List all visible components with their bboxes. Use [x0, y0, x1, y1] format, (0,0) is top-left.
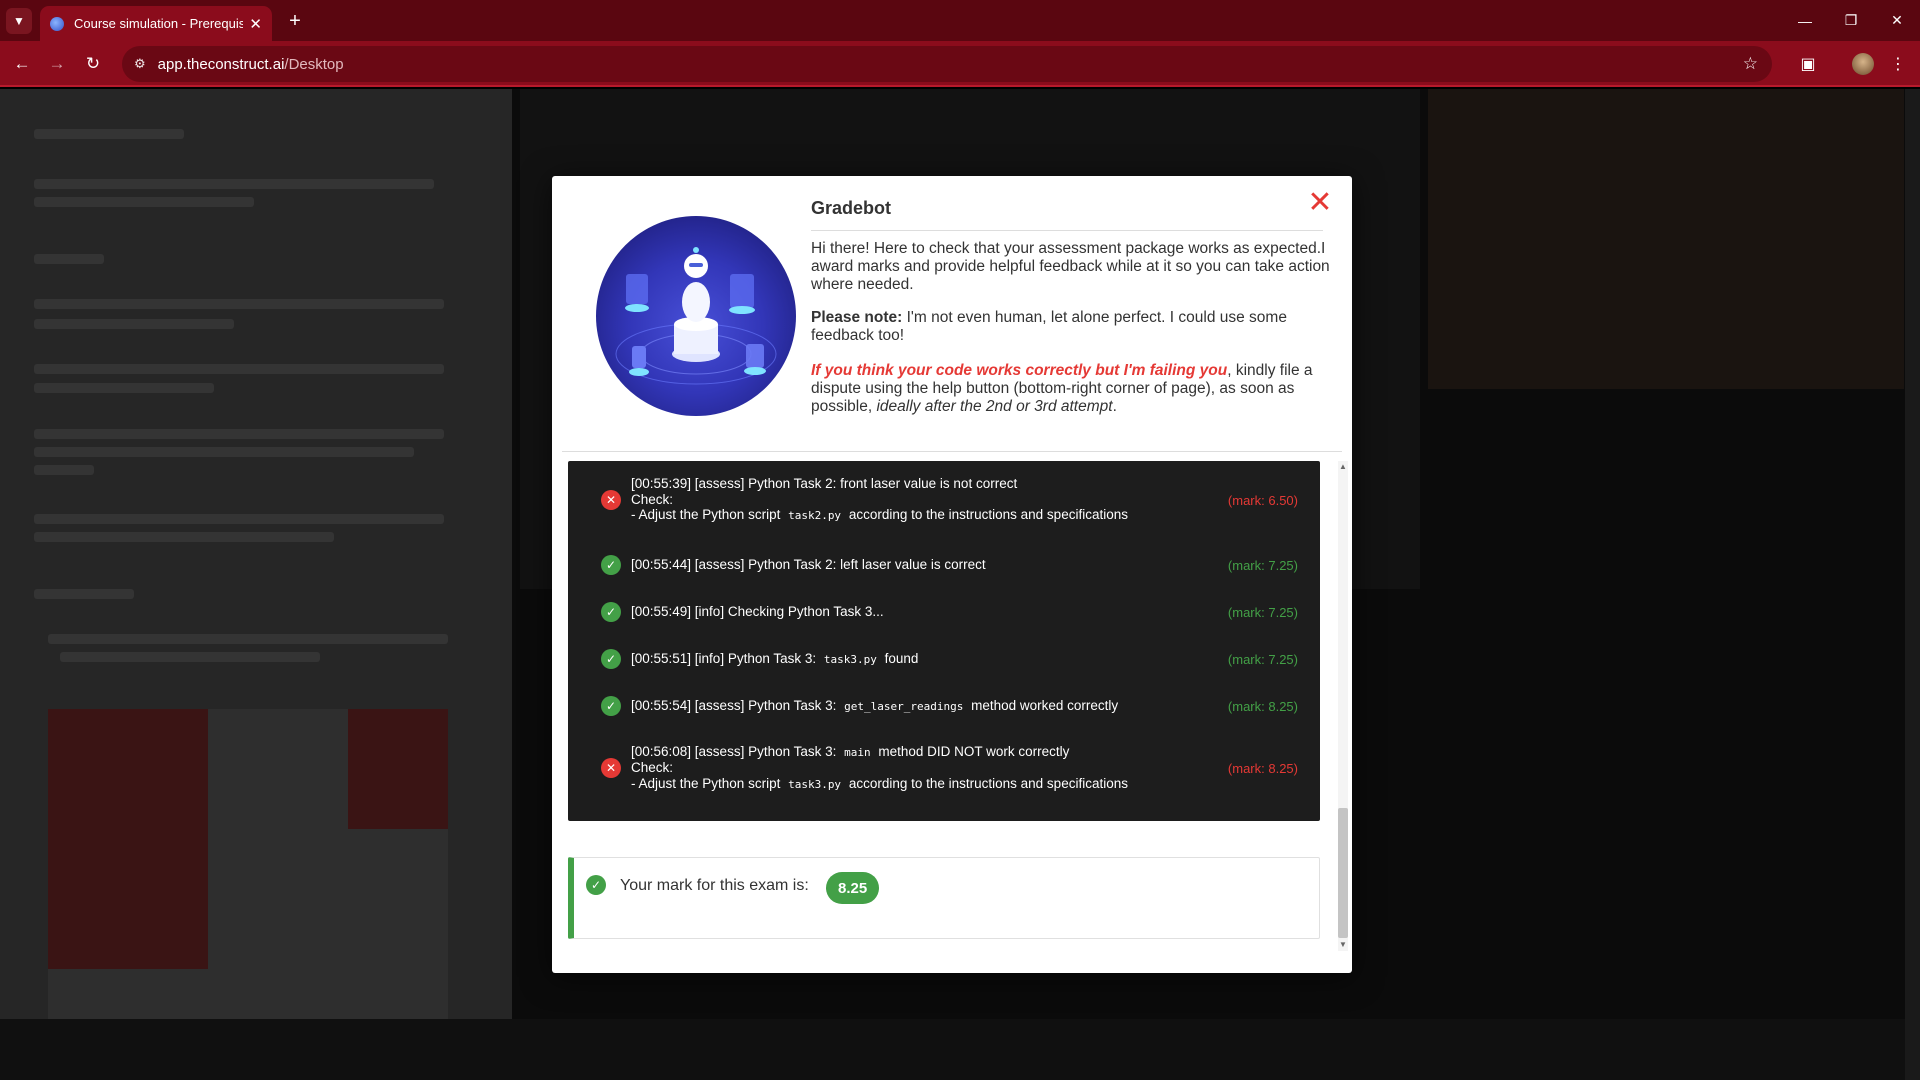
- log-message: [00:55:39] [assess] Python Task 2: front…: [631, 476, 1128, 523]
- tab-title: Course simulation - Prerequisit: [74, 16, 244, 31]
- scroll-down-arrow-icon[interactable]: ▼: [1338, 940, 1348, 949]
- tab-favicon-icon: [50, 16, 64, 31]
- success-check-icon: ✓: [601, 696, 621, 716]
- result-label: Your mark for this exam is:: [620, 877, 809, 894]
- grading-log: ✕ [00:55:39] [assess] Python Task 2: fro…: [568, 461, 1320, 821]
- error-x-icon: ✕: [601, 490, 621, 510]
- title-divider: [811, 230, 1323, 231]
- log-mark: (mark: 6.50): [1227, 492, 1298, 508]
- success-check-icon: ✓: [601, 649, 621, 669]
- minimize-icon[interactable]: —: [1782, 0, 1828, 41]
- log-message: [00:55:49] [info] Checking Python Task 3…: [631, 604, 884, 620]
- log-mark: (mark: 8.25): [1227, 698, 1298, 714]
- dispute-end: .: [1112, 398, 1117, 415]
- dispute-paragraph: If you think your code works correctly b…: [811, 362, 1331, 416]
- dispute-tail: ideally after the 2nd or 3rd attempt: [876, 398, 1113, 415]
- forward-arrow-icon[interactable]: →: [44, 51, 70, 77]
- log-message: [00:55:54] [assess] Python Task 3: get_l…: [631, 697, 1119, 713]
- scroll-up-arrow-icon[interactable]: ▲: [1338, 462, 1348, 471]
- address-bar[interactable]: ⚙ app.theconstruct.ai/Desktop ☆: [122, 46, 1772, 82]
- course-notebook-panel: [0, 89, 512, 1019]
- log-entry: ✓ [00:55:49] [info] Checking Python Task…: [568, 602, 1320, 622]
- browser-toolbar: ← → ↻ ⚙ app.theconstruct.ai/Desktop ☆ ▣ …: [0, 41, 1920, 87]
- log-mark: (mark: 7.25): [1227, 651, 1298, 667]
- extensions-icon[interactable]: ▣: [1795, 51, 1821, 77]
- dispute-emphasis: If you think your code works correctly b…: [811, 362, 1228, 379]
- browser-menu-icon[interactable]: ⋮: [1885, 51, 1911, 77]
- gradebot-modal: ✕ Gradebot Hi there! Here to check that …: [552, 176, 1352, 973]
- tab-search-chevron-icon[interactable]: ▼: [6, 8, 32, 34]
- success-check-icon: ✓: [601, 555, 621, 575]
- restore-icon[interactable]: ❐: [1828, 0, 1874, 41]
- exam-result-box: ✓ Your mark for this exam is: 8.25: [568, 857, 1320, 939]
- reload-icon[interactable]: ↻: [80, 51, 106, 77]
- window-controls: — ❐ ✕: [1782, 0, 1920, 41]
- window-close-icon[interactable]: ✕: [1874, 0, 1920, 41]
- log-entry: ✓ [00:55:51] [info] Python Task 3: task3…: [568, 649, 1320, 669]
- log-entry: ✓ [00:55:44] [assess] Python Task 2: lef…: [568, 555, 1320, 575]
- tab-close-icon[interactable]: ✕: [249, 15, 262, 33]
- score-badge: 8.25: [826, 872, 880, 904]
- editor-panel: [1428, 89, 1904, 389]
- avatar-image: [1852, 53, 1874, 75]
- browser-titlebar: ▼ Course simulation - Prerequisit ✕ + — …: [0, 0, 1920, 41]
- app-bottom-toolbar: [0, 1019, 1920, 1080]
- page-scrollbar[interactable]: [1905, 89, 1920, 1080]
- course-image: [48, 709, 448, 1019]
- site-settings-icon[interactable]: ⚙: [134, 56, 146, 72]
- new-tab-plus-icon[interactable]: +: [282, 8, 308, 34]
- gradebot-robot-illustration: [596, 216, 796, 416]
- bookmark-star-icon[interactable]: ☆: [1743, 54, 1758, 74]
- log-entry: ✕ [00:56:08] [assess] Python Task 3: mai…: [568, 743, 1320, 791]
- log-mark: (mark: 7.25): [1227, 604, 1298, 620]
- log-entry: ✕ [00:55:39] [assess] Python Task 2: fro…: [568, 476, 1320, 523]
- log-message: [00:56:08] [assess] Python Task 3: main …: [631, 743, 1128, 791]
- note-paragraph: Please note: I'm not even human, let alo…: [811, 309, 1331, 345]
- url-path: /Desktop: [284, 55, 344, 73]
- log-mark: (mark: 7.25): [1227, 557, 1298, 573]
- profile-avatar[interactable]: [1850, 51, 1876, 77]
- modal-title: Gradebot: [811, 198, 892, 218]
- modal-scrollbar-thumb[interactable]: [1338, 808, 1348, 938]
- result-check-icon: ✓: [586, 875, 606, 895]
- back-arrow-icon[interactable]: ←: [9, 51, 35, 77]
- note-label: Please note:: [811, 309, 903, 326]
- url-host: app.theconstruct.ai: [157, 55, 285, 73]
- log-entry: ✓ [00:55:54] [assess] Python Task 3: get…: [568, 696, 1320, 716]
- error-x-icon: ✕: [601, 758, 621, 778]
- success-check-icon: ✓: [601, 602, 621, 622]
- log-mark: (mark: 8.25): [1227, 760, 1298, 776]
- log-message: [00:55:51] [info] Python Task 3: task3.p…: [631, 650, 919, 666]
- close-modal-icon[interactable]: ✕: [1307, 188, 1333, 218]
- log-message: [00:55:44] [assess] Python Task 2: left …: [631, 557, 986, 573]
- browser-tab[interactable]: Course simulation - Prerequisit ✕: [40, 6, 272, 41]
- header-divider: [562, 451, 1342, 452]
- intro-text: Hi there! Here to check that your assess…: [811, 240, 1330, 293]
